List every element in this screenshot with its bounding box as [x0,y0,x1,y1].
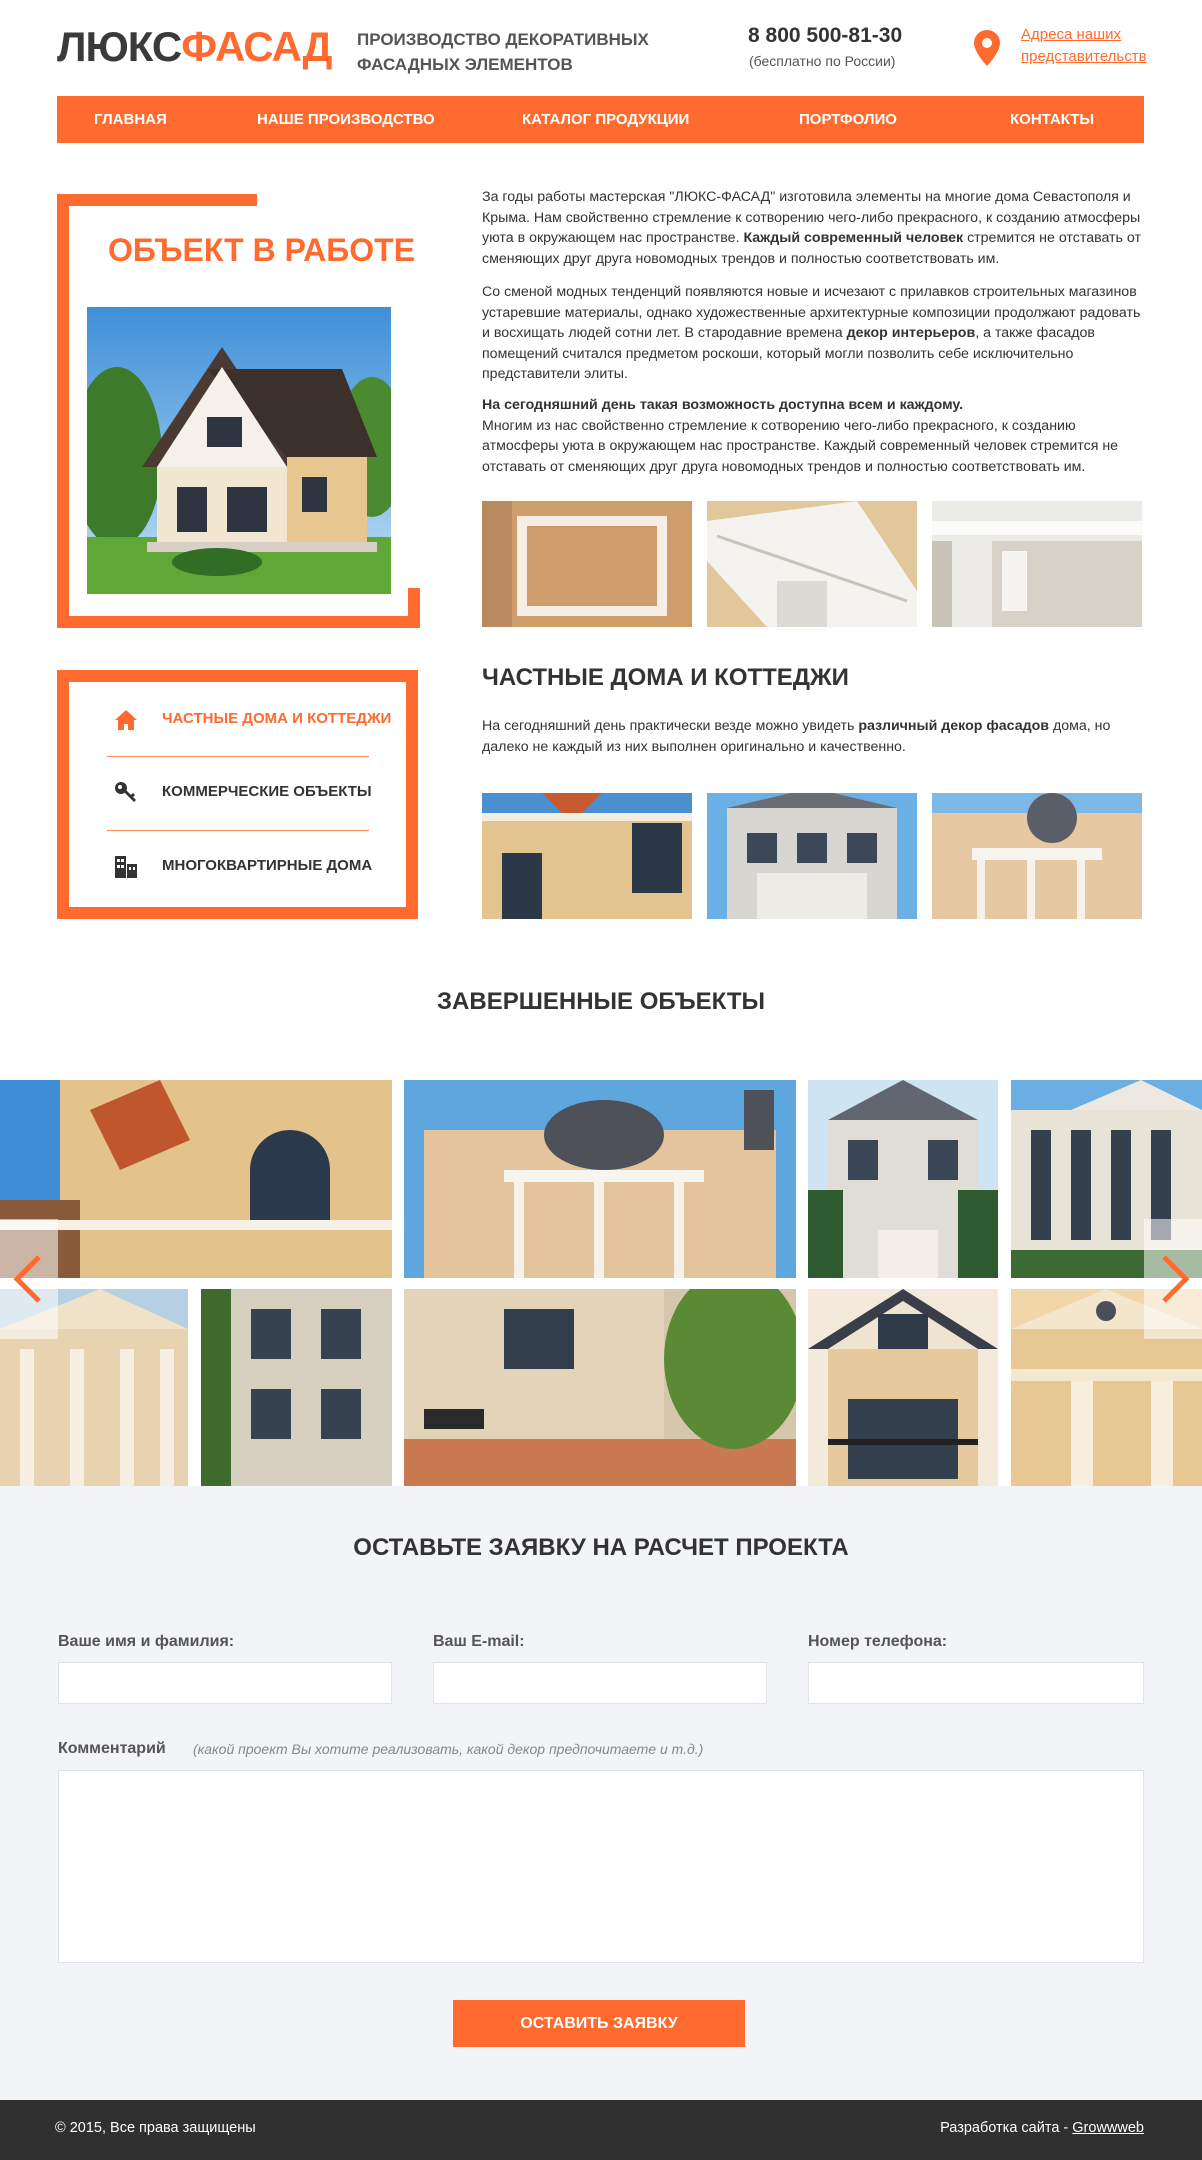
header-phone-note: (бесплатно по России) [749,53,896,69]
gallery-next-button[interactable] [1144,1219,1202,1339]
nav-item-home[interactable]: ГЛАВНАЯ [94,96,167,143]
intro-bold-2: декор интерьеров [846,325,976,341]
category-commercial[interactable]: КОММЕРЧЕСКИЕ ОБЪЕКТЫ [114,757,384,829]
addresses-link[interactable]: Адреса наших представительств [1021,24,1171,68]
house-thumb-1[interactable] [482,793,692,919]
gallery-image-2[interactable] [404,1080,796,1278]
buildings-icon [115,856,137,878]
site-tagline: ПРОИЗВОДСТВО ДЕКОРАТИВНЫХ ФАСАДНЫХ ЭЛЕМЕ… [357,27,657,77]
comment-hint: (какой проект Вы хотите реализовать, как… [193,1741,704,1757]
object-in-work-image [87,307,391,594]
nav-item-catalog[interactable]: КАТАЛОГ ПРОДУКЦИИ [522,96,689,143]
logo-part-2: ФАСАД [181,23,332,70]
gallery-prev-button[interactable] [0,1219,58,1339]
submit-request-button[interactable]: ОСТАВИТЬ ЗАЯВКУ [453,2000,745,2047]
gallery-image-8[interactable] [808,1289,998,1486]
developer-link[interactable]: Growwweb [1072,2120,1144,2136]
intro-paragraph-1: За годы работы мастерская "ЛЮКС-ФАСАД" и… [482,189,1141,267]
private-houses-title: ЧАСТНЫЕ ДОМА И КОТТЕДЖИ [482,664,849,691]
nav-item-portfolio[interactable]: ПОРТФОЛИО [799,96,897,143]
nav-item-contacts[interactable]: КОНТАКТЫ [1010,96,1094,143]
gallery-image-3[interactable] [808,1080,998,1278]
category-label: КОММЕРЧЕСКИЕ ОБЪЕКТЫ [162,783,372,800]
nav-item-production[interactable]: НАШЕ ПРОИЗВОДСТВО [257,96,435,143]
chevron-left-icon [13,1255,41,1303]
name-field[interactable] [58,1662,392,1704]
product-thumb-1[interactable] [482,501,692,627]
house-thumb-2[interactable] [707,793,917,919]
phone-label: Номер телефона: [808,1633,948,1650]
object-in-work-title: ОБЪЕКТ В РАБОТЕ [108,232,416,268]
intro-bold-1: Каждый современный человек [743,230,964,246]
category-menu: ЧАСТНЫЕ ДОМА И КОТТЕДЖИ КОММЕРЧЕСКИЕ ОБЪ… [57,670,418,919]
chevron-right-icon [1162,1255,1190,1303]
gallery-image-7[interactable] [404,1289,796,1486]
gallery-image-1[interactable] [0,1080,392,1278]
footer-developer: Разработка сайта - Growwweb [940,2120,1144,2136]
logo-part-1: ЛЮКС [57,23,182,70]
developer-label: Разработка сайта - [940,2120,1073,2136]
comment-field[interactable] [58,1770,1144,1963]
intro-bold-3: На сегодняшний день такая возможность до… [482,397,964,413]
category-private-houses[interactable]: ЧАСТНЫЕ ДОМА И КОТТЕДЖИ [114,684,391,756]
addresses-link-line-2: представительств [1021,48,1147,65]
private-houses-text: На сегодняшний день практически везде мо… [482,718,1111,755]
email-label: Ваш E-mail: [433,1633,525,1650]
tagline-line-1: ПРОИЗВОДСТВО ДЕКОРАТИВНЫХ [357,30,649,49]
completed-objects-title: ЗАВЕРШЕННЫЕ ОБЪЕКТЫ [437,988,765,1015]
house-thumb-3[interactable] [932,793,1142,919]
category-label: ЧАСТНЫЕ ДОМА И КОТТЕДЖИ [162,710,392,727]
phone-field[interactable] [808,1662,1144,1704]
email-field[interactable] [433,1662,767,1704]
comment-label: Комментарий [58,1740,166,1757]
key-icon [115,782,136,802]
site-footer: © 2015, Все права защищены Разработка са… [0,2100,1202,2160]
request-form-title: ОСТАВЬТЕ ЗАЯВКУ НА РАСЧЕТ ПРОЕКТА [353,1534,849,1561]
footer-copyright: © 2015, Все права защищены [55,2120,256,2136]
home-icon [115,710,137,730]
addresses-link-line-1: Адреса наших [1021,26,1121,43]
gallery-image-6[interactable] [201,1289,392,1486]
private-houses-bold: различный декор фасадов [858,718,1049,734]
product-thumb-2[interactable] [707,501,917,627]
intro-paragraph-2: Со сменой модных тенденций появляются но… [482,284,1141,382]
tagline-line-2: ФАСАДНЫХ ЭЛЕМЕНТОВ [357,55,573,74]
category-label: МНОГОКВАРТИРНЫЕ ДОМА [162,857,373,874]
main-nav: ГЛАВНАЯ НАШЕ ПРОИЗВОДСТВО КАТАЛОГ ПРОДУК… [57,96,1144,143]
site-logo[interactable]: ЛЮКСФАСАД [57,22,332,72]
category-apartments[interactable]: МНОГОКВАРТИРНЫЕ ДОМА [114,831,384,903]
product-thumb-3[interactable] [932,501,1142,627]
header-phone[interactable]: 8 800 500-81-30 [748,24,902,48]
map-pin-icon [974,30,1000,66]
name-label: Ваше имя и фамилия: [58,1633,235,1650]
completed-gallery [0,1080,1202,1486]
intro-paragraph-3: На сегодняшний день такая возможность до… [482,397,1119,475]
